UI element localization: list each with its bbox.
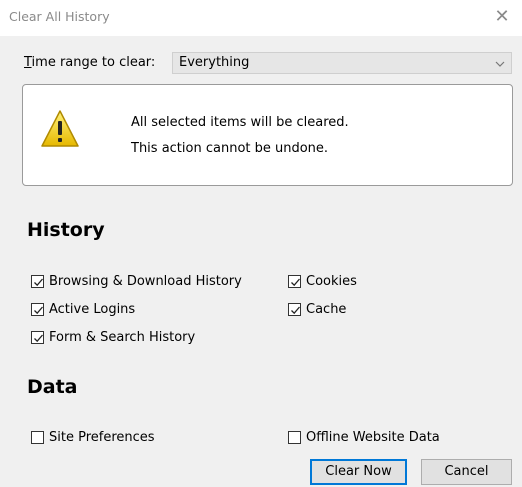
checkbox-box[interactable]: [288, 302, 301, 316]
checkbox-label: Browsing & Download History: [49, 273, 242, 289]
checkbox-label: Form & Search History: [49, 329, 196, 345]
checkbox-box[interactable]: [288, 430, 301, 444]
checkbox-browsing-download-history[interactable]: Browsing & Download History: [31, 273, 242, 289]
clear-now-button[interactable]: Clear Now: [310, 459, 407, 485]
checkbox-box[interactable]: [31, 330, 44, 344]
time-range-label-mnemonic: T: [24, 55, 32, 70]
close-icon[interactable]: ✕: [490, 5, 514, 29]
history-heading: History: [27, 219, 105, 241]
checkbox-active-logins[interactable]: Active Logins: [31, 301, 135, 317]
checkbox-offline-website-data[interactable]: Offline Website Data: [288, 429, 440, 445]
window-title: Clear All History: [9, 9, 110, 24]
checkbox-box[interactable]: [31, 430, 44, 444]
checkbox-box[interactable]: [31, 302, 44, 316]
checkbox-cookies[interactable]: Cookies: [288, 273, 357, 289]
data-heading: Data: [27, 376, 78, 398]
checkbox-label: Cache: [306, 301, 347, 317]
time-range-label: Time range to clear:: [24, 55, 155, 70]
checkbox-cache[interactable]: Cache: [288, 301, 346, 317]
warning-panel: All selected items will be cleared. This…: [22, 84, 513, 186]
checkbox-box[interactable]: [288, 274, 301, 288]
checkbox-box[interactable]: [31, 274, 44, 288]
warning-text-line2: This action cannot be undone.: [131, 141, 329, 156]
title-bar: Clear All History ✕: [0, 0, 522, 36]
time-range-selected-value: Everything: [179, 55, 250, 70]
warning-text-line1: All selected items will be cleared.: [131, 115, 349, 130]
time-range-select[interactable]: Everything: [172, 52, 512, 74]
checkbox-label: Site Preferences: [49, 429, 155, 445]
checkbox-form-search-history[interactable]: Form & Search History: [31, 329, 195, 345]
cancel-button[interactable]: Cancel: [421, 459, 512, 485]
chevron-down-icon: [495, 56, 505, 70]
time-range-label-text: ime range to clear:: [31, 55, 156, 70]
checkbox-site-preferences[interactable]: Site Preferences: [31, 429, 155, 445]
checkbox-label: Cookies: [306, 273, 357, 289]
clear-history-dialog: Clear All History ✕ Time range to clear:…: [0, 0, 522, 487]
warning-icon: [40, 109, 80, 149]
checkbox-label: Offline Website Data: [306, 429, 440, 445]
checkbox-label: Active Logins: [49, 301, 136, 317]
